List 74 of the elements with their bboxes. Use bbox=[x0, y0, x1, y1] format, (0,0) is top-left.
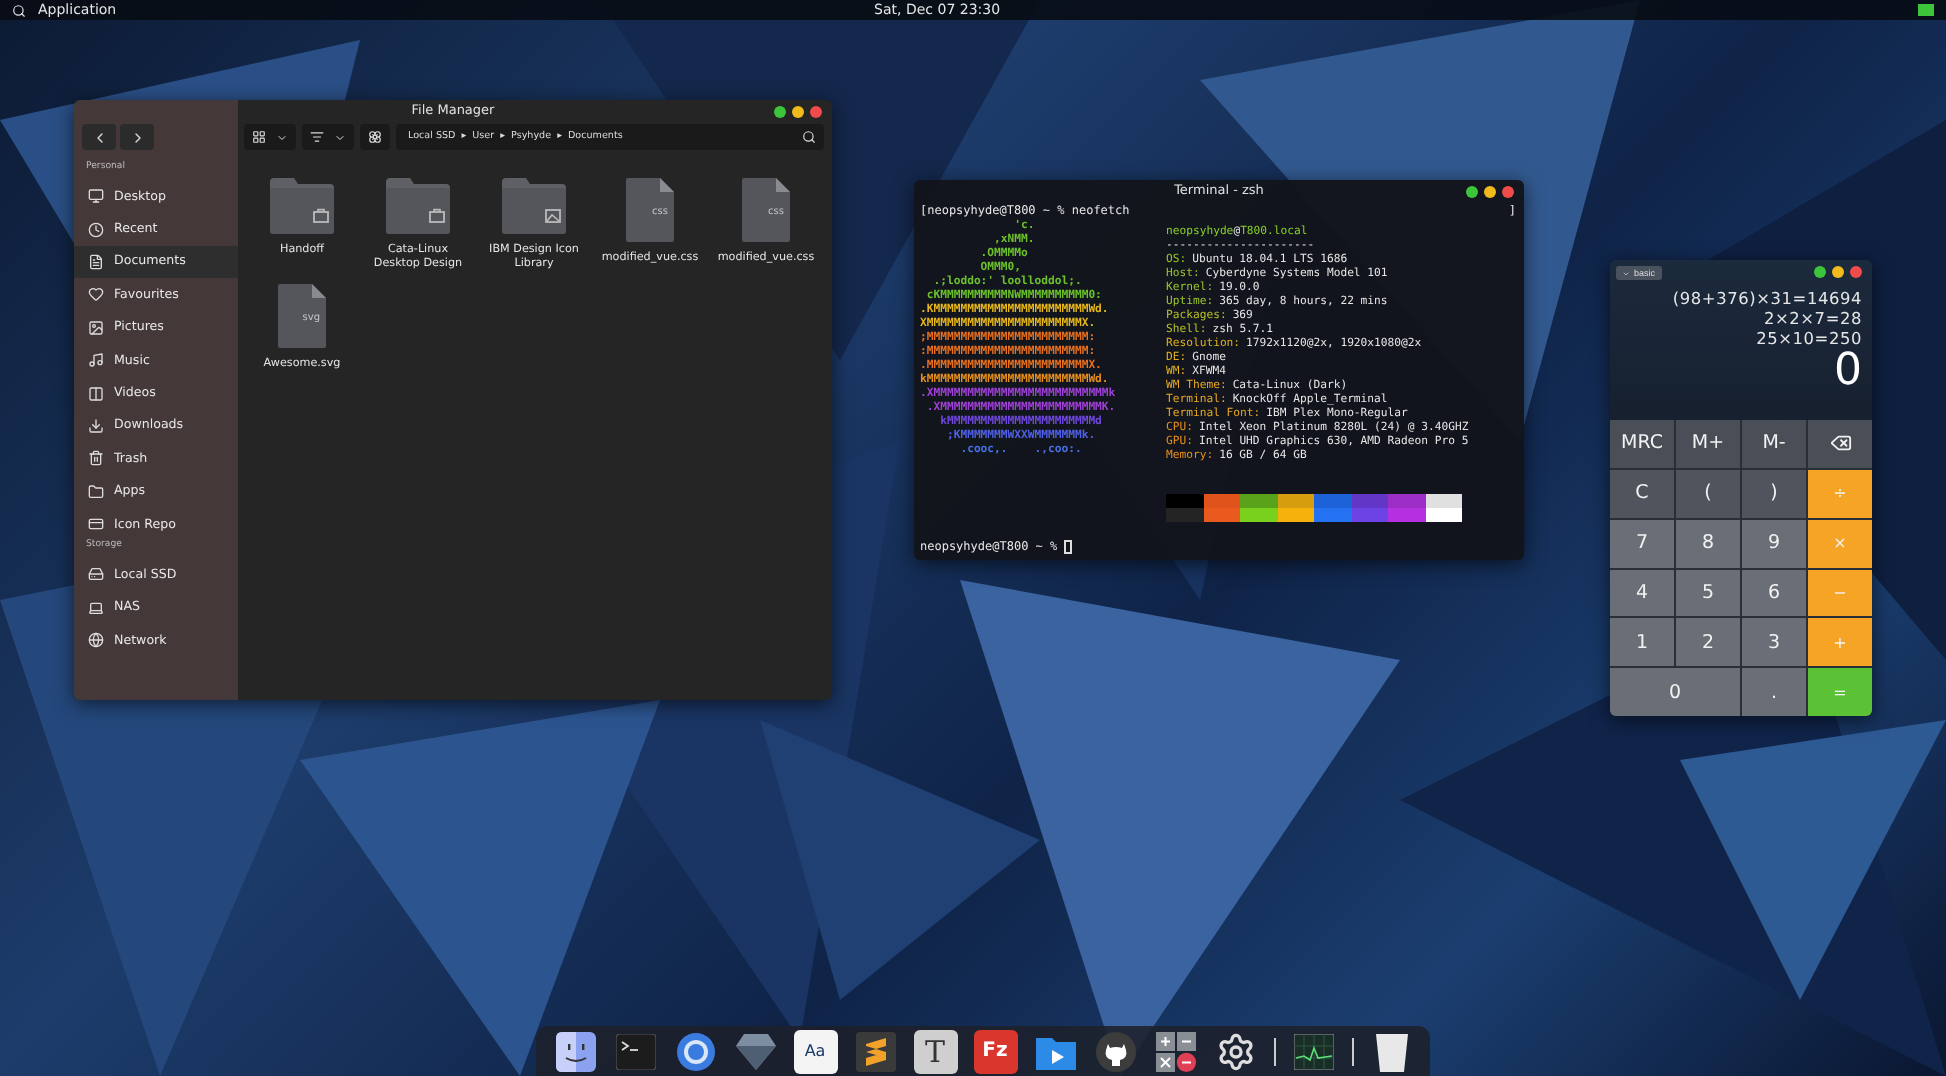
folder-icon bbox=[88, 483, 104, 500]
calculator-key[interactable]: 7 bbox=[1610, 519, 1674, 567]
dock-item[interactable]: Fz bbox=[973, 1029, 1017, 1073]
diamond-icon bbox=[735, 1033, 775, 1069]
forward-button[interactable] bbox=[120, 124, 154, 150]
cursor bbox=[1063, 540, 1072, 554]
caret-icon bbox=[276, 131, 288, 143]
dock-item[interactable] bbox=[1291, 1029, 1335, 1073]
calculator-key[interactable]: 0 bbox=[1610, 668, 1740, 716]
calculator-key[interactable]: M+ bbox=[1676, 420, 1740, 468]
globe-icon bbox=[88, 632, 104, 649]
dock-item[interactable] bbox=[1153, 1029, 1197, 1073]
calculator-key[interactable]: 9 bbox=[1742, 519, 1806, 567]
calculator-key[interactable]: C bbox=[1610, 469, 1674, 518]
backspace-button[interactable] bbox=[1808, 420, 1872, 468]
calculator-display: 0 bbox=[1834, 350, 1862, 394]
dock-item[interactable]: T bbox=[913, 1029, 957, 1073]
dock-item[interactable] bbox=[1093, 1029, 1137, 1073]
calculator-key[interactable]: ( bbox=[1676, 469, 1740, 518]
battery-icon bbox=[1917, 4, 1934, 16]
sort-icon bbox=[310, 130, 324, 144]
search-icon[interactable] bbox=[802, 130, 816, 144]
monitor-icon bbox=[88, 188, 104, 205]
calculator-key[interactable]: ) bbox=[1742, 469, 1806, 518]
dock-item[interactable] bbox=[853, 1029, 897, 1073]
calculator-key[interactable]: M- bbox=[1742, 420, 1806, 468]
dock-item[interactable] bbox=[553, 1029, 597, 1073]
history-line: 2×2×7=28 bbox=[1763, 308, 1862, 328]
flower-icon bbox=[368, 130, 382, 144]
laptop-icon bbox=[88, 599, 104, 616]
clock-icon bbox=[88, 221, 104, 238]
document-icon bbox=[88, 253, 104, 270]
sort-button[interactable] bbox=[302, 124, 354, 150]
calculator-key[interactable]: 2 bbox=[1676, 618, 1740, 667]
trash-icon bbox=[1375, 1031, 1407, 1071]
ring-icon bbox=[675, 1031, 715, 1071]
calculator-key[interactable]: MRC bbox=[1610, 420, 1674, 468]
trash-icon bbox=[88, 450, 104, 467]
picture-icon bbox=[88, 319, 104, 336]
grid-icon bbox=[252, 130, 266, 144]
backspace-icon bbox=[1829, 432, 1851, 455]
calculator-key[interactable]: 8 bbox=[1676, 519, 1740, 567]
briefcase-folder-icon[interactable] bbox=[270, 178, 334, 234]
calculator-key[interactable]: 5 bbox=[1676, 569, 1740, 617]
columns-icon bbox=[88, 385, 104, 402]
calculator-icon bbox=[1155, 1031, 1195, 1071]
calculator-key[interactable]: 6 bbox=[1742, 569, 1806, 617]
view-mode-button[interactable] bbox=[244, 124, 296, 150]
calculator-key[interactable]: . bbox=[1742, 668, 1806, 716]
face-icon bbox=[555, 1031, 595, 1071]
history-line: (98+376)×31=14694 bbox=[1672, 288, 1862, 308]
back-button[interactable] bbox=[82, 124, 116, 150]
dock-item[interactable]: Aa bbox=[793, 1029, 837, 1073]
calculator-key[interactable]: 3 bbox=[1742, 618, 1806, 667]
music-note-icon bbox=[88, 352, 104, 369]
gear-icon bbox=[1215, 1031, 1255, 1071]
history-line: 25×10=250 bbox=[1756, 328, 1862, 348]
zigzag-icon bbox=[855, 1031, 895, 1071]
graph-monitor-icon bbox=[1293, 1033, 1333, 1069]
download-icon bbox=[88, 417, 104, 434]
caret-icon bbox=[334, 131, 346, 143]
search-icon[interactable] bbox=[12, 3, 26, 17]
cat-icon bbox=[1095, 1031, 1135, 1071]
image-folder-icon[interactable] bbox=[502, 178, 566, 234]
calculator-key[interactable]: 1 bbox=[1610, 618, 1674, 667]
calculator-key[interactable]: 4 bbox=[1610, 569, 1674, 617]
terminal-icon bbox=[615, 1033, 655, 1069]
dock-item[interactable] bbox=[673, 1029, 717, 1073]
heart-icon bbox=[88, 286, 104, 303]
card-icon bbox=[88, 516, 104, 533]
briefcase-folder-icon[interactable] bbox=[386, 178, 450, 234]
dock-item[interactable] bbox=[1213, 1029, 1257, 1073]
settings-button[interactable] bbox=[360, 124, 390, 150]
hard-drive-icon bbox=[88, 566, 104, 583]
